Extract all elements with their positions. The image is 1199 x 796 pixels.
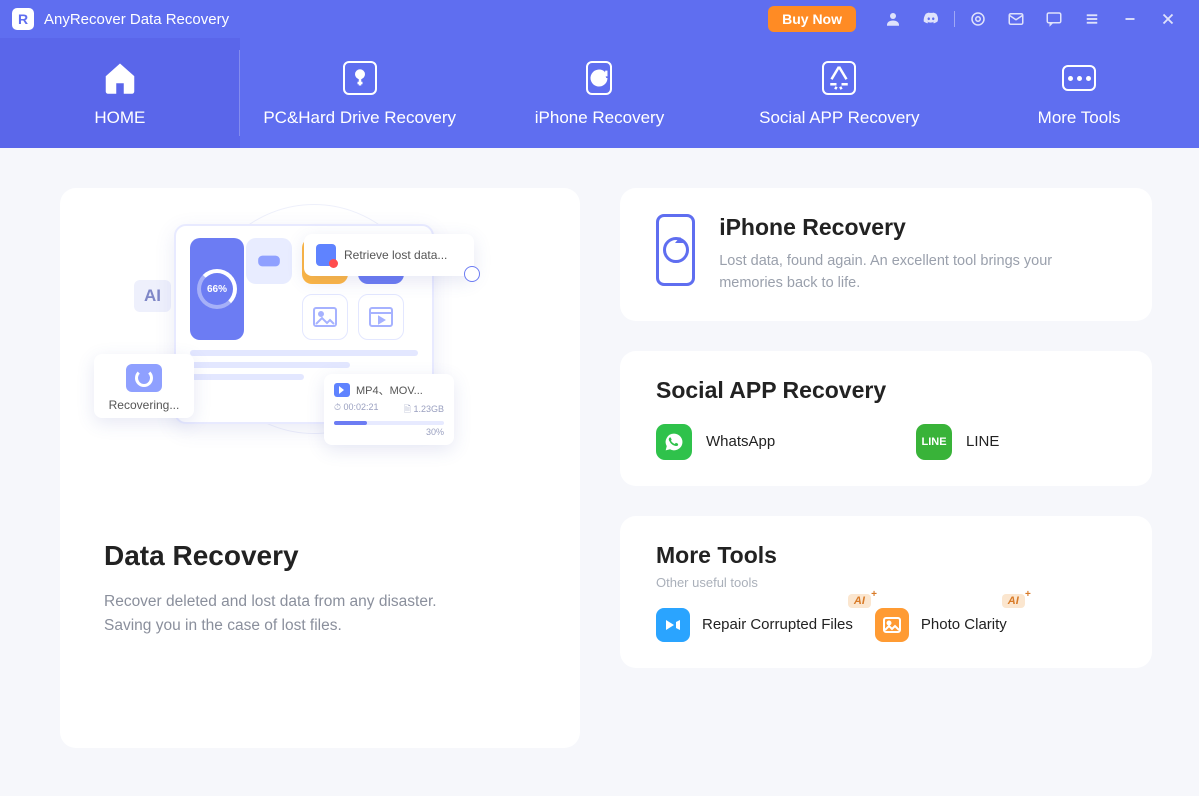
more-tools-card: More Tools Other useful tools Repair Cor… xyxy=(620,516,1152,668)
ai-badge: AI xyxy=(134,280,171,312)
play-icon xyxy=(334,383,350,397)
repair-files-label: Repair Corrupted Files xyxy=(702,616,853,633)
ai-badge-icon: AI xyxy=(848,594,871,608)
nav-home[interactable]: HOME xyxy=(0,38,240,148)
data-recovery-desc: Recover deleted and lost data from any d… xyxy=(104,590,484,638)
picture-icon xyxy=(302,294,348,340)
whatsapp-icon xyxy=(656,424,692,460)
menu-icon[interactable] xyxy=(1081,8,1103,30)
progress-gauge-icon: 66% xyxy=(190,238,244,340)
close-icon[interactable] xyxy=(1157,8,1179,30)
app-logo-icon: R xyxy=(12,8,34,30)
main-nav: HOME PC&Hard Drive Recovery iPhone Recov… xyxy=(0,38,1199,148)
nav-social-label: Social APP Recovery xyxy=(759,108,919,128)
file-alert-icon xyxy=(316,244,336,266)
line-label: LINE xyxy=(966,433,999,450)
video-icon xyxy=(358,294,404,340)
nav-more-label: More Tools xyxy=(1038,108,1121,128)
content-area: AI 66% Retrieve lost data... xyxy=(0,148,1199,796)
nav-more-tools[interactable]: More Tools xyxy=(959,38,1199,148)
discord-icon[interactable] xyxy=(920,8,942,30)
phone-refresh-icon xyxy=(579,58,619,98)
nav-iphone-recovery[interactable]: iPhone Recovery xyxy=(480,38,720,148)
repair-files-item[interactable]: Repair Corrupted Files AI xyxy=(656,608,853,642)
nav-iphone-label: iPhone Recovery xyxy=(535,108,664,128)
whatsapp-label: WhatsApp xyxy=(706,433,775,450)
photo-clarity-label: Photo Clarity xyxy=(921,616,1007,633)
whatsapp-item[interactable]: WhatsApp xyxy=(656,424,856,460)
data-recovery-illustration: AI 66% Retrieve lost data... xyxy=(104,214,536,504)
account-icon[interactable] xyxy=(882,8,904,30)
buy-now-button[interactable]: Buy Now xyxy=(768,6,856,32)
mail-icon[interactable] xyxy=(1005,8,1027,30)
play-tool-icon xyxy=(656,608,690,642)
ai-badge-icon: AI xyxy=(1002,594,1025,608)
spinner-icon xyxy=(126,364,162,392)
appstore-icon xyxy=(819,58,859,98)
nav-pc-label: PC&Hard Drive Recovery xyxy=(263,108,456,128)
settings-gear-icon[interactable] xyxy=(967,8,989,30)
iphone-recovery-title: iPhone Recovery xyxy=(719,214,1116,241)
title-bar: R AnyRecover Data Recovery Buy Now xyxy=(0,0,1199,38)
phone-sync-icon xyxy=(656,214,695,286)
feedback-icon[interactable] xyxy=(1043,8,1065,30)
iphone-recovery-desc: Lost data, found again. An excellent too… xyxy=(719,251,1116,295)
app-title: AnyRecover Data Recovery xyxy=(44,11,229,28)
more-tools-title: More Tools xyxy=(656,542,1116,569)
data-recovery-card[interactable]: AI 66% Retrieve lost data... xyxy=(60,188,580,748)
monitor-key-icon xyxy=(340,58,380,98)
line-item[interactable]: LINE LINE xyxy=(916,424,1116,460)
photo-tool-icon xyxy=(875,608,909,642)
nav-social-recovery[interactable]: Social APP Recovery xyxy=(719,38,959,148)
nav-home-label: HOME xyxy=(94,108,145,128)
video-progress-popup: MP4、MOV... ⏱ 00:02:21🗎 1.23GB 30% xyxy=(324,374,454,445)
sync-icon xyxy=(464,266,480,282)
nav-pc-recovery[interactable]: PC&Hard Drive Recovery xyxy=(240,38,480,148)
recovering-popup: Recovering... xyxy=(94,354,194,418)
more-tools-sub: Other useful tools xyxy=(656,575,1116,590)
separator xyxy=(954,11,955,27)
social-recovery-title: Social APP Recovery xyxy=(656,377,1116,404)
retrieve-popup: Retrieve lost data... xyxy=(304,234,474,276)
data-recovery-title: Data Recovery xyxy=(104,540,536,572)
drive-icon xyxy=(246,238,292,284)
minimize-icon[interactable] xyxy=(1119,8,1141,30)
iphone-recovery-card[interactable]: iPhone Recovery Lost data, found again. … xyxy=(620,188,1152,321)
social-recovery-card: Social APP Recovery WhatsApp LINE LINE xyxy=(620,351,1152,486)
line-icon: LINE xyxy=(916,424,952,460)
home-icon xyxy=(100,58,140,98)
more-dots-icon xyxy=(1059,58,1099,98)
photo-clarity-item[interactable]: Photo Clarity AI xyxy=(875,608,1007,642)
